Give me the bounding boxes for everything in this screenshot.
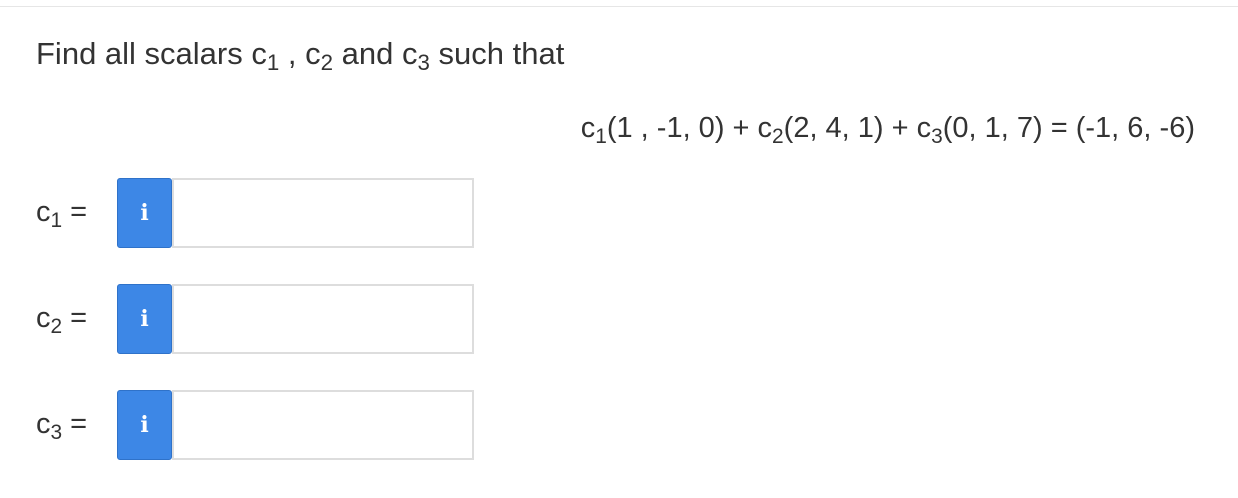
info-icon: i [140,200,149,226]
c1-symbol: c [251,36,267,71]
eq-c1-symbol: c [580,112,596,144]
info-icon: i [140,412,149,438]
c2-symbol: c [305,36,321,71]
eq-c2-symbol: c [757,112,773,144]
answer-input-c2[interactable] [172,284,474,354]
answer-label-equals: = [62,408,88,440]
eq-c3-subscript: 3 [931,124,943,148]
answer-label-symbol: c [36,408,51,440]
answer-row-c3: c3 = i [0,390,480,462]
info-button-c1[interactable]: i [117,178,172,248]
answer-label-c2: c2 = [36,298,87,338]
c1-subscript: 1 [266,50,280,76]
info-button-c2[interactable]: i [117,284,172,354]
answer-row-c1: c1 = i [0,178,480,250]
answer-row-c2: c2 = i [0,284,480,356]
answer-label-symbol: c [36,196,51,228]
question-separator: , [279,36,306,71]
info-icon: i [140,306,149,332]
question-suffix: such that [429,36,565,71]
answer-label-subscript: 1 [50,208,63,232]
answer-label-c1: c1 = [36,192,87,232]
eq-c2-subscript: 2 [772,124,784,148]
answer-label-subscript: 3 [50,420,63,444]
answer-label-equals: = [62,196,88,228]
answer-input-c3[interactable] [172,390,474,460]
c2-subscript: 2 [320,50,334,76]
top-divider [0,6,1238,7]
question-and: and [333,36,402,71]
question-prefix: Find all scalars [36,36,252,71]
answer-label-subscript: 2 [50,314,63,338]
c3-symbol: c [402,36,418,71]
answer-label-symbol: c [36,302,51,334]
eq-c3-symbol: c [916,112,932,144]
eq-c1-subscript: 1 [595,124,607,148]
answer-label-c3: c3 = [36,404,87,444]
eq-vector-3-and-result: (0, 1, 7) = (-1, 6, -6) [942,112,1195,144]
equation: c1(1 , -1, 0) + c2(2, 4, 1) + c3(0, 1, 7… [581,108,1195,148]
eq-vector-2: (2, 4, 1) + [783,112,917,144]
eq-vector-1: (1 , -1, 0) + [606,112,758,144]
question-text: Find all scalars c1 , c2 and c3 such tha… [36,34,564,74]
answer-label-equals: = [62,302,88,334]
info-button-c3[interactable]: i [117,390,172,460]
c3-subscript: 3 [417,50,430,76]
answer-input-c1[interactable] [172,178,474,248]
